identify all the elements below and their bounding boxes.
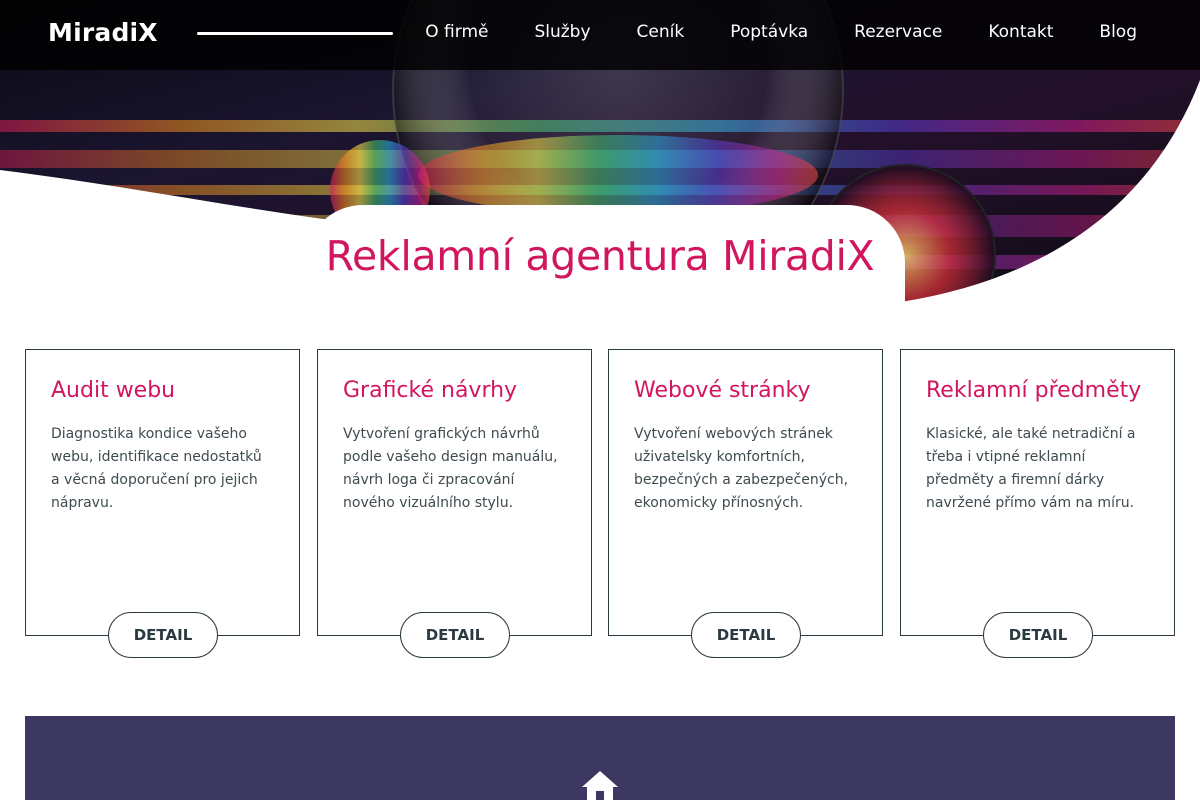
nav-link-blog[interactable]: Blog (1099, 22, 1137, 42)
nav-link-sluzby[interactable]: Služby (534, 22, 590, 42)
home-icon (582, 771, 618, 800)
nav-divider-line (197, 32, 393, 35)
card-description: Diagnostika kondice vašeho webu, identif… (51, 426, 262, 511)
service-card-promo-items: Reklamní předměty Klasické, ale také net… (900, 349, 1175, 658)
service-card-audit: Audit webu Diagnostika kondice vašeho we… (25, 349, 300, 658)
page-title: Reklamní agentura MiradiX (325, 232, 875, 280)
card-description: Vytvoření webových stránek uživatelsky k… (634, 426, 849, 511)
nav-menu: O firmě Služby Ceník Poptávka Rezervace … (379, 22, 1137, 42)
contact-panel (25, 716, 1175, 800)
card-title: Webové stránky (634, 378, 811, 403)
detail-button[interactable]: DETAIL (400, 612, 510, 658)
detail-button[interactable]: DETAIL (108, 612, 218, 658)
logo[interactable]: MiradiX (48, 18, 158, 47)
nav-link-kontakt[interactable]: Kontakt (988, 22, 1053, 42)
detail-button[interactable]: DETAIL (983, 612, 1093, 658)
service-cards: Audit webu Diagnostika kondice vašeho we… (25, 349, 1175, 659)
card-description: Vytvoření grafických návrhů podle vašeho… (343, 426, 558, 511)
card-description: Klasické, ale také netradiční a třeba i … (926, 426, 1136, 511)
nav-link-cenik[interactable]: Ceník (637, 22, 685, 42)
service-card-websites: Webové stránky Vytvoření webových stráne… (608, 349, 883, 658)
nav-link-poptavka[interactable]: Poptávka (730, 22, 808, 42)
detail-button[interactable]: DETAIL (691, 612, 801, 658)
card-title: Grafické návrhy (343, 378, 518, 403)
card-title: Reklamní předměty (926, 378, 1142, 403)
card-title: Audit webu (51, 378, 176, 403)
nav-link-rezervace[interactable]: Rezervace (854, 22, 942, 42)
top-navigation: MiradiX O firmě Služby Ceník Poptávka Re… (0, 0, 1200, 70)
service-card-graphic-design: Grafické návrhy Vytvoření grafických náv… (317, 349, 592, 658)
nav-link-o-firme[interactable]: O firmě (425, 22, 488, 42)
